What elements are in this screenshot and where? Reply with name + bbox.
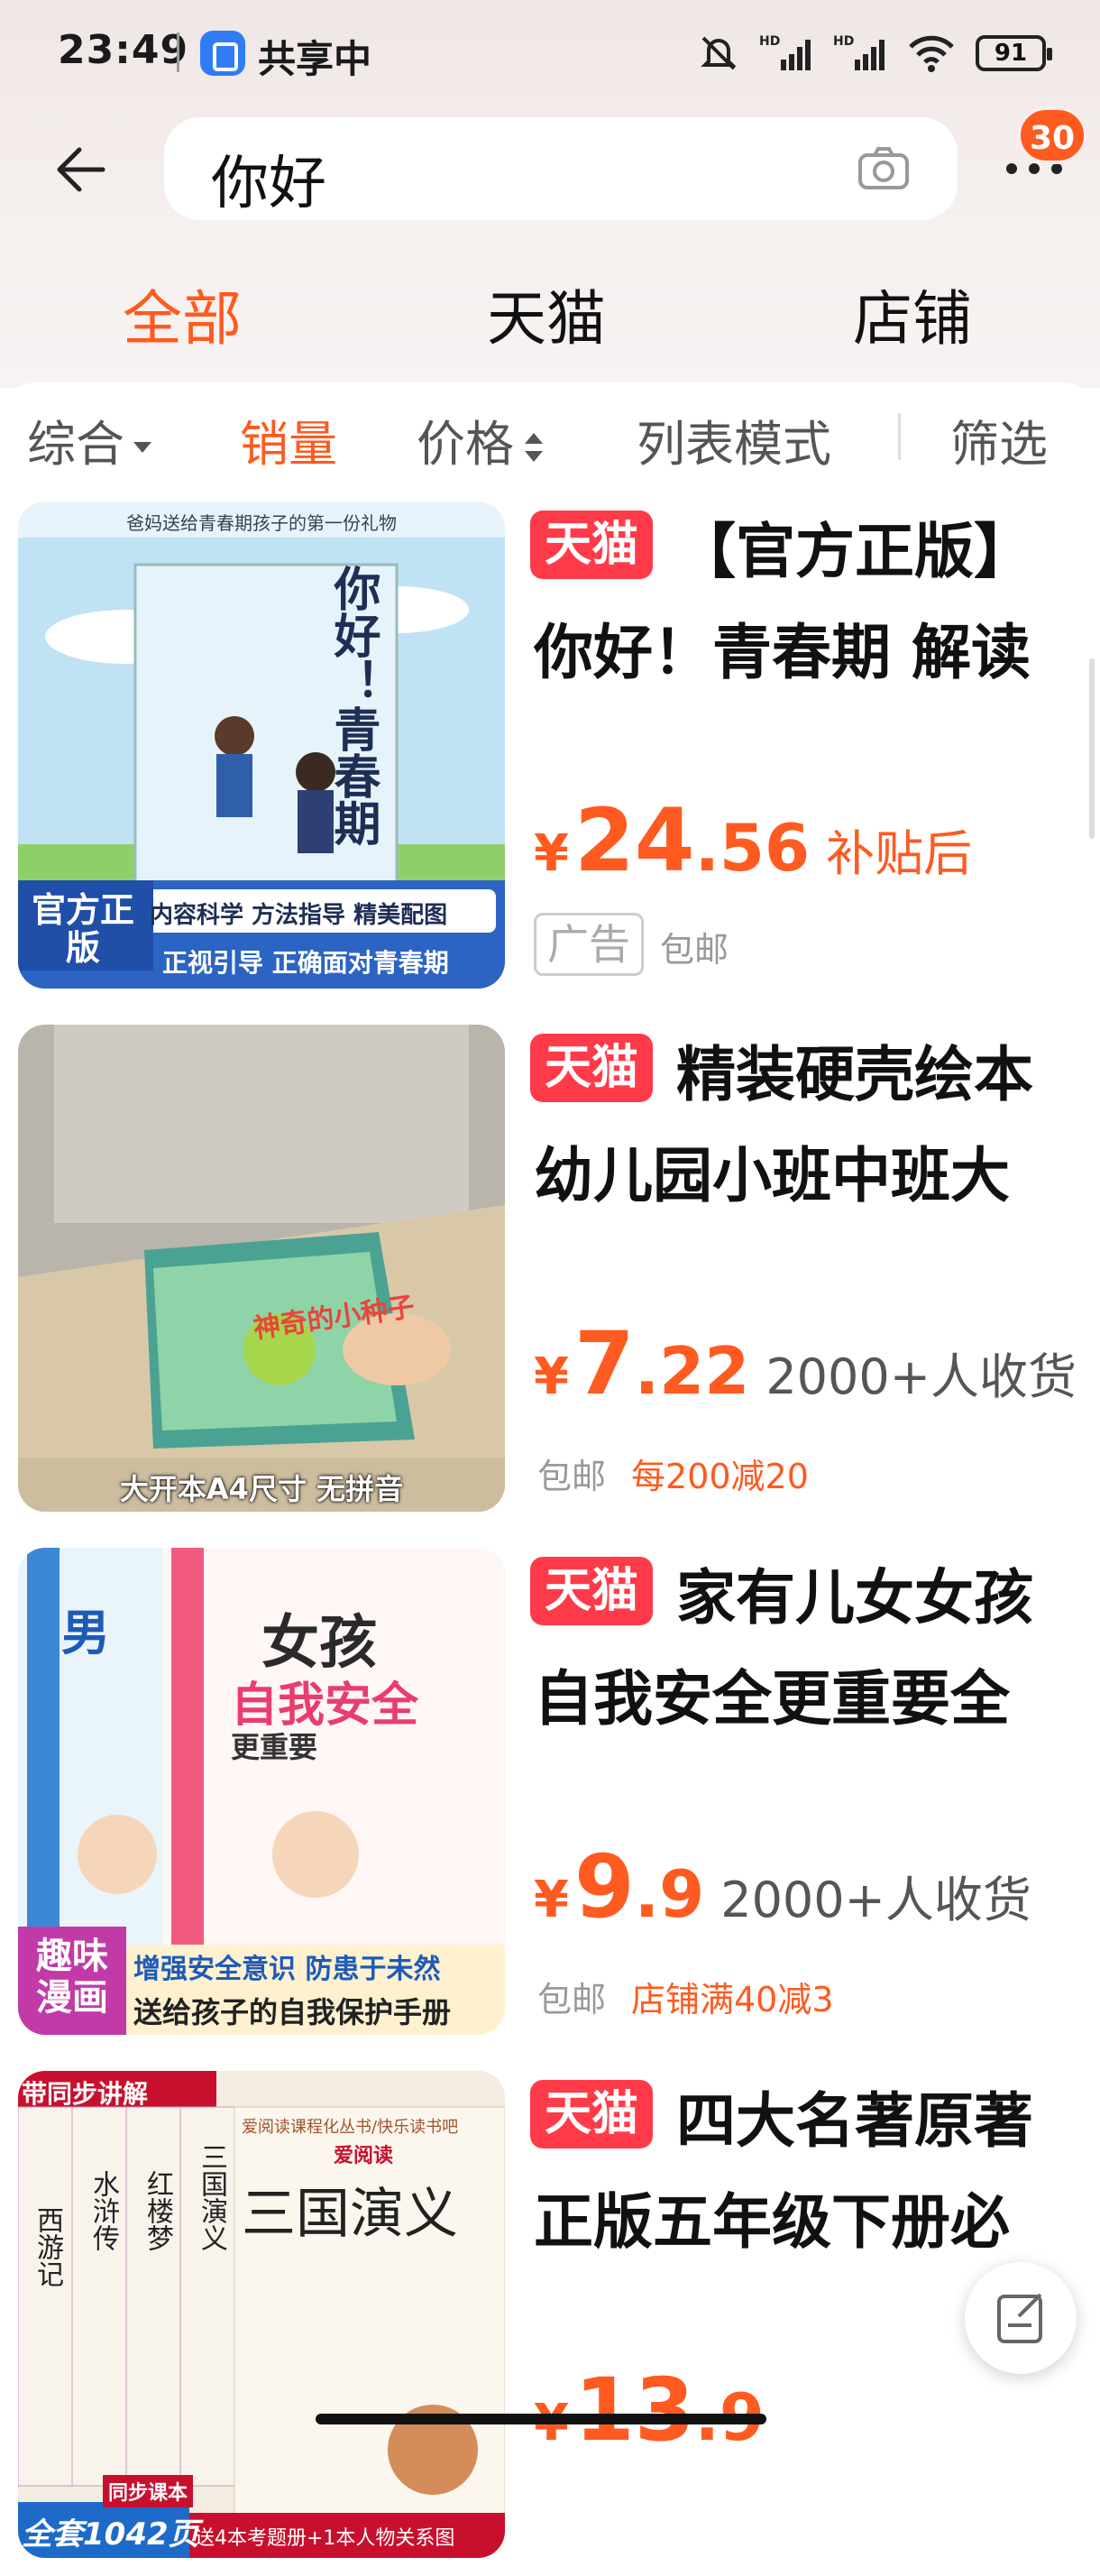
promo-tag: 店铺满40减3 bbox=[631, 1980, 834, 2019]
cover-line-2: 送给孩子的自我保护手册 bbox=[133, 1995, 452, 2029]
camera-icon[interactable] bbox=[857, 146, 911, 191]
price-note: 补贴后 bbox=[826, 825, 973, 882]
price-decimal: .22 bbox=[634, 1333, 750, 1409]
feedback-button[interactable] bbox=[965, 2262, 1077, 2374]
spine-title: 西游记 bbox=[32, 2206, 63, 2287]
product-price: ¥13.9 bbox=[534, 2360, 765, 2461]
filter-button[interactable]: 筛选 bbox=[950, 404, 1048, 475]
cover-title: 你好！青春期 bbox=[325, 565, 380, 846]
book-cover-classics bbox=[18, 2071, 505, 2558]
spine-title: 红楼梦 bbox=[142, 2170, 173, 2251]
free-shipping-tag: 包邮 bbox=[537, 1980, 607, 2019]
cover-caption: 大开本A4尺寸 无拼音 bbox=[119, 1472, 404, 1506]
cover-sticker: 同步课本 bbox=[103, 2475, 194, 2507]
cover-bottom-2: 送4本考题册+1本人物关系图 bbox=[195, 2527, 455, 2550]
spine-title: 三国演义 bbox=[196, 2143, 227, 2251]
sharing-label: 共享中 bbox=[258, 37, 372, 81]
product-price: ¥9.9 2000+人收货 bbox=[534, 1836, 1031, 1937]
status-separator bbox=[177, 32, 179, 72]
product-card[interactable]: 神奇的小种子 大开本A4尺寸 无拼音 天猫 精装硬壳绘本幼儿园小班中班大 ¥7.… bbox=[0, 1025, 1100, 1530]
wifi-icon bbox=[909, 35, 954, 72]
cover-boy-word: 男 bbox=[61, 1605, 110, 1661]
svg-text:HD: HD bbox=[759, 34, 780, 49]
home-indicator[interactable] bbox=[316, 2414, 766, 2424]
sort-arrows-icon bbox=[525, 431, 543, 464]
price-integer: 13 bbox=[573, 2360, 695, 2461]
signal-2-icon: HD bbox=[833, 34, 885, 70]
product-price: ¥7.22 2000+人收货 bbox=[534, 1313, 1077, 1414]
currency-symbol: ¥ bbox=[534, 1871, 569, 1929]
sales-count: 2000+人收货 bbox=[720, 1872, 1031, 1928]
sort-sales[interactable]: 销量 bbox=[240, 404, 337, 475]
filter-divider bbox=[898, 413, 901, 460]
cover-line-1: 内容科学 方法指导 精美配图 bbox=[150, 902, 448, 929]
free-shipping-tag: 包邮 bbox=[660, 930, 729, 970]
currency-symbol: ¥ bbox=[534, 1348, 569, 1406]
ad-label: 广告 bbox=[534, 913, 644, 976]
sort-price-label: 价格 bbox=[417, 416, 514, 473]
screen-share-icon bbox=[200, 31, 245, 76]
product-title[interactable]: 四大名著原著正版五年级下册必 bbox=[534, 2071, 1084, 2273]
currency-symbol: ¥ bbox=[534, 824, 569, 883]
product-card[interactable]: 爸妈送给青春期孩子的第一份礼物 你好！青春期 官方正版 内容科学 方法指导 精美… bbox=[0, 501, 1100, 1007]
cover-corner-text: 官方正版 bbox=[31, 890, 134, 968]
back-arrow-icon[interactable] bbox=[52, 143, 106, 197]
chevron-down-icon bbox=[133, 442, 151, 454]
price-integer: 24 bbox=[573, 790, 695, 891]
product-title[interactable]: 【官方正版】你好！青春期 解读 bbox=[534, 501, 1084, 704]
search-input[interactable]: 你好 bbox=[211, 137, 326, 220]
price-decimal: .56 bbox=[694, 810, 811, 886]
svg-text:HD: HD bbox=[833, 34, 854, 49]
price-integer: 9 bbox=[573, 1836, 635, 1937]
product-title[interactable]: 精装硬壳绘本幼儿园小班中班大 bbox=[534, 1025, 1084, 1227]
spine-title: 水浒传 bbox=[87, 2170, 119, 2251]
product-image[interactable]: 带同步讲解 爱阅读课程化丛书/快乐读书吧 爱阅读 三国演义 西游记 水浒传 红楼… bbox=[18, 2071, 505, 2558]
cover-girl-sub2: 更重要 bbox=[231, 1730, 318, 1764]
tab-shops[interactable]: 店铺 bbox=[853, 271, 972, 357]
status-bar: 23:49 共享中 HD HD 91 bbox=[0, 0, 1100, 106]
free-shipping-tag: 包邮 bbox=[537, 1457, 607, 1496]
battery-icon: 91 bbox=[976, 35, 1052, 71]
cover-top-banner: 爸妈送给青春期孩子的第一份礼物 bbox=[126, 512, 397, 534]
signal-icon: HD bbox=[759, 34, 811, 70]
cover-line-1: 增强安全意识 防患于未然 bbox=[133, 1954, 441, 1985]
cover-series-line: 爱阅读课程化丛书/快乐读书吧 bbox=[242, 2118, 459, 2137]
sort-comprehensive-label: 综合 bbox=[27, 416, 124, 473]
price-integer: 7 bbox=[573, 1313, 635, 1414]
list-mode-toggle[interactable]: 列表模式 bbox=[637, 404, 831, 475]
cover-bottom: 全套1042页 bbox=[22, 2516, 199, 2553]
product-image[interactable]: 爸妈送给青春期孩子的第一份礼物 你好！青春期 官方正版 内容科学 方法指导 精美… bbox=[18, 501, 505, 989]
sales-count: 2000+人收货 bbox=[765, 1348, 1077, 1405]
product-image[interactable]: 男 女孩 自我安全 更重要 趣味漫画 增强安全意识 防患于未然 送给孩子的自我保… bbox=[18, 1548, 505, 2035]
tab-tmall[interactable]: 天猫 bbox=[487, 271, 606, 357]
product-image[interactable]: 神奇的小种子 大开本A4尺寸 无拼音 bbox=[18, 1025, 505, 1512]
search-box[interactable]: 你好 bbox=[164, 117, 958, 220]
price-decimal: .9 bbox=[634, 1856, 705, 1932]
tab-all[interactable]: 全部 bbox=[123, 271, 242, 357]
promo-tag: 每200减20 bbox=[631, 1457, 809, 1496]
product-title[interactable]: 家有儿女女孩自我安全更重要全 bbox=[534, 1548, 1084, 1750]
cover-corner-text: 趣味漫画 bbox=[36, 1936, 108, 2019]
cover-corner-text: 带同步讲解 bbox=[22, 2079, 149, 2109]
cover-brand: 爱阅读 bbox=[334, 2145, 394, 2167]
status-icons: HD HD 91 bbox=[698, 31, 1052, 76]
sort-comprehensive[interactable]: 综合 bbox=[27, 404, 151, 475]
cover-line-2: 正视引导 正确面对青春期 bbox=[162, 948, 449, 978]
mute-bell-icon bbox=[701, 36, 737, 70]
message-count-badge: 30 bbox=[1017, 106, 1088, 164]
filter-bar: 综合 销量 价格 列表模式 筛选 bbox=[0, 382, 1100, 487]
product-price: ¥24.56 补贴后 bbox=[534, 790, 972, 891]
status-time: 23:49 bbox=[58, 27, 189, 73]
cover-main-title: 三国演义 bbox=[242, 2183, 458, 2246]
sort-price[interactable]: 价格 bbox=[417, 404, 543, 475]
edit-note-icon bbox=[997, 2293, 1042, 2343]
photo-picture-book bbox=[18, 1025, 505, 1512]
product-card[interactable]: 带同步讲解 爱阅读课程化丛书/快乐读书吧 爱阅读 三国演义 西游记 水浒传 红楼… bbox=[0, 2071, 1100, 2576]
product-card[interactable]: 男 女孩 自我安全 更重要 趣味漫画 增强安全意识 防患于未然 送给孩子的自我保… bbox=[0, 1548, 1100, 2053]
